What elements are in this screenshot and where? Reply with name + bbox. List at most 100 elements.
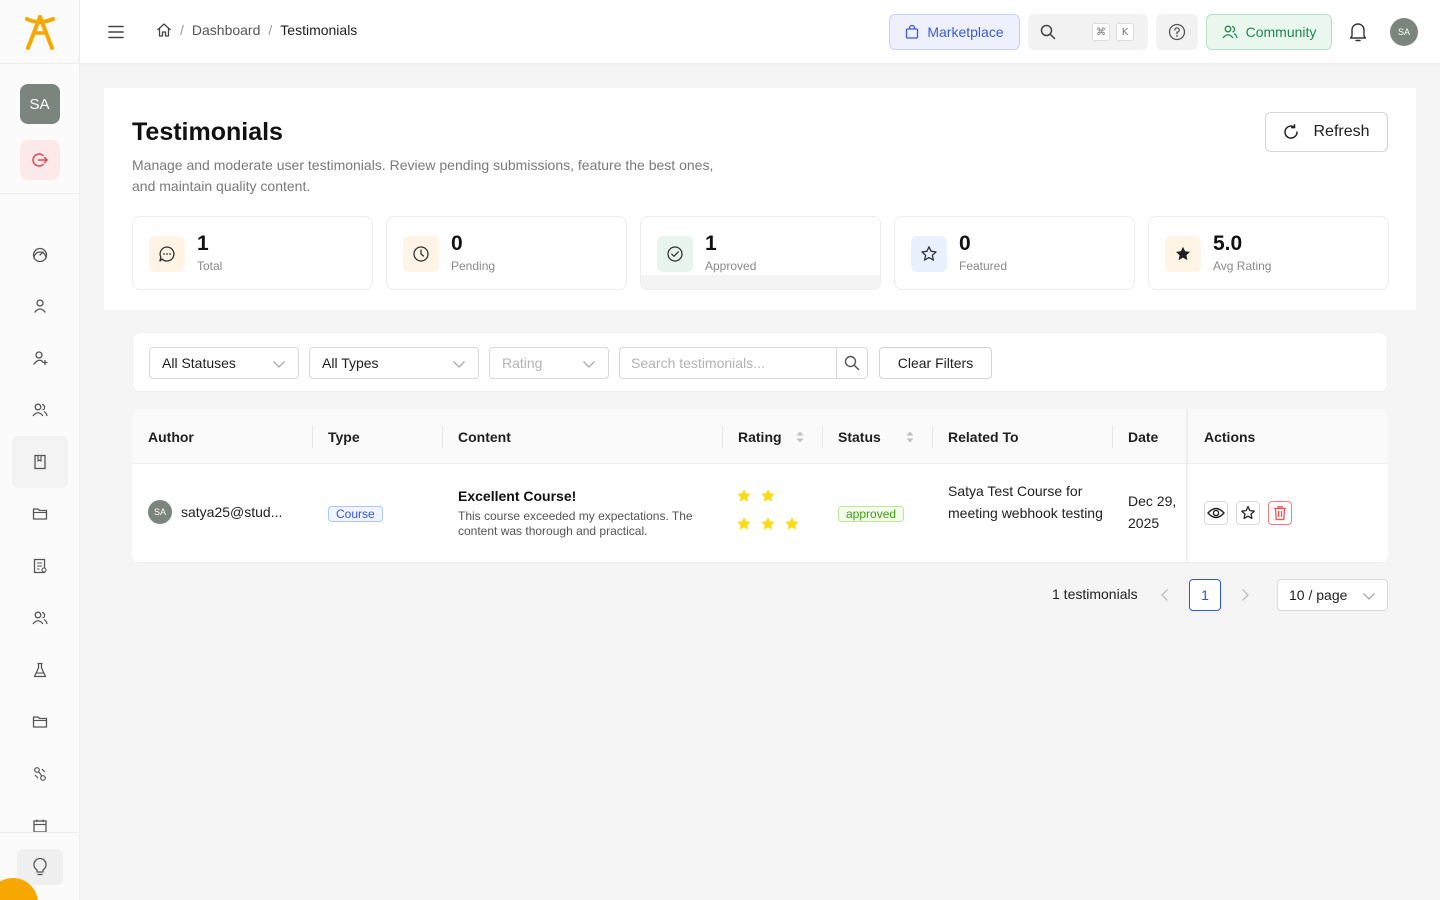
star-filled-icon	[761, 517, 775, 530]
page-title: Testimonials	[132, 118, 283, 146]
star-filled-icon	[1176, 246, 1190, 261]
sidebar-avatar[interactable]: SA	[19, 84, 60, 124]
breadcrumb-home[interactable]	[156, 22, 172, 38]
sidebar-item-book[interactable]	[11, 436, 68, 488]
column-divider	[442, 426, 443, 448]
search-icon	[1040, 24, 1056, 40]
sort-icon[interactable]	[904, 429, 916, 445]
user-icon	[33, 299, 46, 313]
question-circle-icon	[1168, 23, 1186, 41]
breadcrumb-dashboard[interactable]: Dashboard	[192, 22, 261, 38]
search-submit-button[interactable]	[836, 347, 868, 379]
type-filter-select[interactable]: All Types	[309, 347, 479, 379]
next-page-button[interactable]	[1237, 587, 1253, 603]
sidebar-item-report[interactable]	[12, 540, 68, 592]
sidebar-item-dashboard[interactable]	[12, 228, 68, 280]
previous-page-button[interactable]	[1157, 587, 1173, 603]
sidebar-profile: SA	[0, 64, 79, 194]
search-icon	[844, 355, 860, 371]
sidebar-item-user-add[interactable]	[12, 332, 68, 384]
breadcrumb-separator: /	[268, 22, 273, 38]
book-icon	[33, 454, 46, 470]
stat-icon-box	[1165, 236, 1201, 272]
rating-filter-select[interactable]: Rating	[489, 347, 609, 379]
home-icon	[157, 23, 171, 37]
page-size-select[interactable]: 10 / page	[1277, 579, 1388, 611]
table-row[interactable]: SA satya25@stud... Course Excellent Cour…	[132, 464, 1388, 563]
global-search-button[interactable]: ⌘ K	[1028, 14, 1148, 50]
feature-button[interactable]	[1236, 501, 1260, 525]
star-filled-icon	[737, 489, 751, 502]
column-divider	[312, 426, 313, 448]
dashboard-icon	[32, 247, 47, 262]
app-logo[interactable]	[0, 0, 79, 64]
user-avatar[interactable]: SA	[1390, 18, 1418, 46]
top-header: / Dashboard / Testimonials Marketplace ⌘…	[80, 0, 1440, 64]
brand-logo-icon	[24, 14, 55, 50]
clear-filters-button[interactable]: Clear Filters	[879, 347, 992, 379]
clock-icon	[413, 246, 429, 262]
sidebar-item-connections[interactable]	[12, 748, 68, 800]
star-filled-icon	[785, 517, 799, 530]
stat-card-total: 1 Total	[132, 216, 373, 290]
stat-value: 1	[197, 232, 209, 255]
marketplace-button[interactable]: Marketplace	[889, 14, 1020, 50]
column-header-type: Type	[328, 428, 360, 445]
author-avatar: SA	[148, 500, 172, 524]
stat-label: Avg Rating	[1213, 259, 1272, 273]
refresh-icon	[1284, 124, 1299, 139]
breadcrumb-current: Testimonials	[280, 22, 358, 38]
related-to: Satya Test Course for meeting webhook te…	[948, 483, 1103, 521]
status-filter-select[interactable]: All Statuses	[149, 347, 299, 379]
stat-value: 5.0	[1213, 232, 1243, 255]
check-circle-icon	[667, 246, 683, 262]
sidebar-item-files[interactable]	[12, 696, 68, 748]
sidebar-item-users[interactable]	[12, 384, 68, 436]
testimonial-search-input[interactable]	[619, 347, 837, 379]
stat-label: Total	[197, 259, 223, 273]
folder-icon	[32, 716, 47, 728]
users-icon	[31, 403, 48, 417]
sidebar-item-user[interactable]	[12, 280, 68, 332]
sidebar-item-folder[interactable]	[12, 488, 68, 540]
report-icon	[33, 558, 47, 574]
stat-card-avg-rating: 5.0 Avg Rating	[1148, 216, 1389, 290]
sidebar-item-team[interactable]	[12, 592, 68, 644]
type-tag: Course	[328, 506, 383, 522]
stat-icon-box	[657, 236, 693, 272]
help-button[interactable]	[1156, 14, 1198, 50]
community-button[interactable]: Community	[1206, 14, 1332, 50]
stat-value: 1	[705, 232, 717, 255]
chevron-right-icon	[1242, 589, 1249, 601]
chevron-down-icon	[453, 361, 465, 368]
connections-icon	[33, 767, 46, 781]
stat-label: Approved	[705, 259, 757, 273]
chevron-left-icon	[1161, 589, 1168, 601]
column-divider	[722, 426, 723, 448]
sidebar-item-lab[interactable]	[12, 644, 68, 696]
logout-button[interactable]	[19, 140, 60, 180]
page-button-current[interactable]: 1	[1189, 579, 1221, 611]
stat-card-featured: 0 Featured	[894, 216, 1135, 290]
stat-label: Pending	[451, 259, 496, 273]
delete-button[interactable]	[1268, 501, 1292, 525]
menu-toggle-button[interactable]	[104, 20, 128, 44]
pagination-total: 1 testimonials	[1052, 586, 1138, 602]
column-header-date: Date	[1128, 428, 1159, 445]
status-badge: approved	[838, 506, 905, 522]
column-header-content: Content	[458, 428, 511, 445]
refresh-button[interactable]: Refresh	[1265, 112, 1388, 152]
column-header-rating[interactable]: Rating	[738, 409, 782, 464]
star-filled-icon	[737, 517, 751, 530]
content-body: This course exceeded my expectations. Th…	[458, 509, 693, 538]
view-button[interactable]	[1204, 501, 1228, 525]
stat-icon-box	[911, 236, 947, 272]
sort-icon[interactable]	[794, 429, 806, 445]
column-header-related-to: Related To	[948, 428, 1019, 445]
column-divider	[822, 426, 823, 448]
star-filled-icon	[761, 489, 775, 502]
sidebar: SA	[0, 0, 80, 900]
column-header-status[interactable]: Status	[838, 409, 881, 464]
column-header-author: Author	[148, 428, 194, 445]
notifications-button[interactable]	[1348, 21, 1368, 43]
